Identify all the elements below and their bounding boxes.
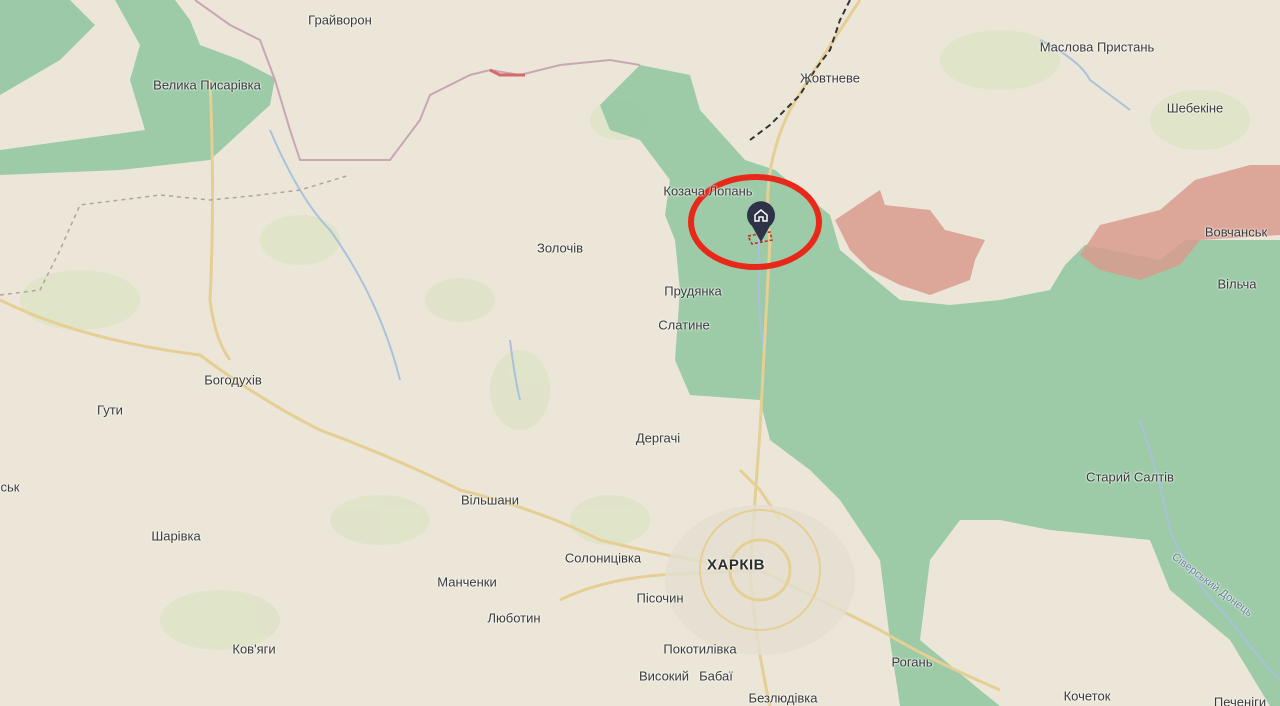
label-liubotyn: Люботин	[487, 610, 541, 626]
label-pisochyn: Пісочин	[636, 590, 684, 606]
label-sharivka: Шарівка	[151, 528, 201, 544]
label-babai: Бабаї	[699, 668, 733, 684]
label-shebekyne: Шебекіне	[1166, 100, 1224, 116]
kharkiv-urban-area	[665, 505, 855, 655]
label-pechenihy: Печеніги	[1213, 694, 1267, 706]
label-prudianka: Прудянка	[664, 283, 722, 299]
label-vysokyi: Високий	[638, 668, 690, 684]
label-pokotylivka: Покотилівка	[663, 641, 737, 657]
map-canvas[interactable]: Грайворон Велика Писарівка Жовтневе Масл…	[0, 0, 1280, 706]
label-bezliudivka: Безлюдівка	[748, 690, 818, 706]
label-derhachi: Дергачі	[635, 430, 681, 446]
label-kozacha-lopan: Козача Лопань	[663, 183, 753, 199]
label-bohodukhiv: Богодухів	[204, 372, 262, 388]
label-graivoron: Грайворон	[308, 12, 372, 28]
label-zolochiv: Золочів	[536, 240, 584, 256]
label-maslova-prystan: Маслова Пристань	[1039, 39, 1155, 55]
label-vilshany: Вільшани	[460, 492, 520, 508]
label-velyka-pysarivka: Велика Писарівка	[153, 77, 261, 93]
label-staryi-saltiv: Старий Салтів	[1086, 469, 1174, 485]
label-slatyne: Слатине	[658, 317, 710, 333]
label-zhovtneve: Жовтневе	[799, 70, 861, 86]
label-rohan: Рогань	[891, 654, 933, 670]
label-guty: Гути	[97, 402, 123, 418]
label-vovchansk: Вовчанськ	[1204, 224, 1268, 240]
label-vilcha: Вільча	[1217, 276, 1257, 292]
label-solonytsivka: Солоницівка	[564, 550, 642, 566]
label-sk-partial: ськ	[0, 479, 20, 495]
label-kovyagy: Ков'яги	[232, 641, 276, 657]
label-kharkiv: ХАРКІВ	[707, 556, 765, 574]
label-manchenky: Манченки	[437, 574, 497, 590]
label-kochetok: Кочеток	[1063, 688, 1111, 704]
